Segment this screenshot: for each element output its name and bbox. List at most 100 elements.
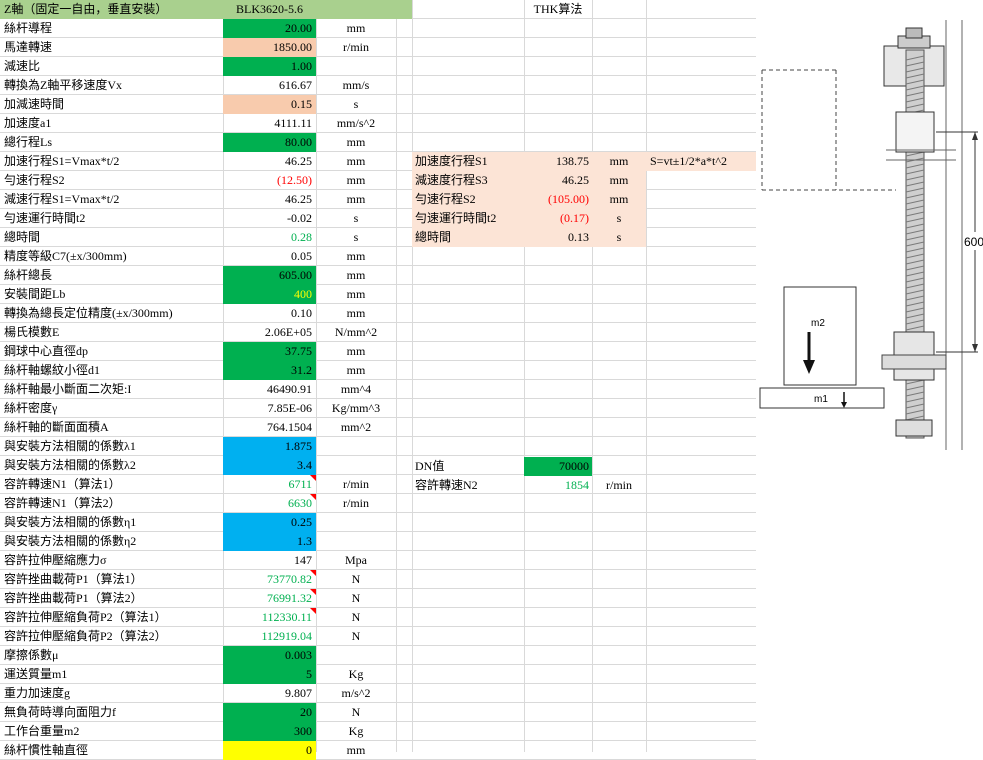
row-23-unit[interactable] [316,437,396,456]
row-12-label[interactable]: 總時間 [0,228,223,247]
row-12-unit[interactable]: s [316,228,396,247]
ballscrew-drawing[interactable]: 600 m2 m1 [756,0,983,455]
row-27-label[interactable]: 與安裝方法相關的係數η1 [0,513,223,532]
row-8-unit[interactable]: mm [316,152,396,171]
thk-row-5-value[interactable]: 0.13 [524,228,592,247]
thk-row-4-unit[interactable]: s [592,209,646,228]
row-38-value[interactable]: 300 [223,722,316,741]
row-15-unit[interactable]: mm [316,285,396,304]
row-34-unit[interactable] [316,646,396,665]
row-26-unit[interactable]: r/min [316,494,396,513]
row-7-unit[interactable]: mm [316,133,396,152]
row-36-value[interactable]: 9.807 [223,684,316,703]
row-5-unit[interactable]: s [316,95,396,114]
thk-row-3-unit[interactable]: mm [592,190,646,209]
row-11-value[interactable]: -0.02 [223,209,316,228]
row-15-label[interactable]: 安裝間距Lb [0,285,223,304]
row-21-label[interactable]: 絲杆密度γ [0,399,223,418]
row-10-value[interactable]: 46.25 [223,190,316,209]
thk-row-2-label[interactable]: 減速度行程S3 [412,171,524,190]
row-29-unit[interactable]: Mpa [316,551,396,570]
row-32-value[interactable]: 112330.11 [223,608,316,627]
row-24-value[interactable]: 3.4 [223,456,316,475]
row-24-label[interactable]: 與安裝方法相關的係數λ2 [0,456,223,475]
row-17-label[interactable]: 楊氏模數E [0,323,223,342]
row-30-unit[interactable]: N [316,570,396,589]
row-5-label[interactable]: 加減速時間 [0,95,223,114]
row-3-value[interactable]: 1.00 [223,57,316,76]
row-8-label[interactable]: 加速行程S1=Vmax*t/2 [0,152,223,171]
row-14-unit[interactable]: mm [316,266,396,285]
row-38-label[interactable]: 工作台重量m2 [0,722,223,741]
thk-row-2-unit[interactable]: mm [592,171,646,190]
n2-unit[interactable]: r/min [592,476,646,495]
thk-row-1-label[interactable]: 加速度行程S1 [412,152,524,171]
row-11-unit[interactable]: s [316,209,396,228]
row-22-unit[interactable]: mm^2 [316,418,396,437]
row-28-value[interactable]: 1.3 [223,532,316,551]
row-29-label[interactable]: 容許拉伸壓縮應力σ [0,551,223,570]
row-31-label[interactable]: 容許挫曲載荷P1（算法2） [0,589,223,608]
row-13-label[interactable]: 精度等級C7(±x/300mm) [0,247,223,266]
row-20-label[interactable]: 絲杆軸最小斷面二次矩:I [0,380,223,399]
thk-row-3-label[interactable]: 勻速行程S2 [412,190,524,209]
row-36-label[interactable]: 重力加速度g [0,684,223,703]
row-34-value[interactable]: 0.003 [223,646,316,665]
row-11-label[interactable]: 勻速運行時間t2 [0,209,223,228]
row-31-value[interactable]: 76991.32 [223,589,316,608]
row-22-value[interactable]: 764.1504 [223,418,316,437]
row-7-label[interactable]: 總行程Ls [0,133,223,152]
row-3-label[interactable]: 減速比 [0,57,223,76]
thk-row-3-value[interactable]: (105.00) [524,190,592,209]
dn-value[interactable]: 70000 [524,457,592,476]
row-25-unit[interactable]: r/min [316,475,396,494]
n2-label[interactable]: 容許轉速N2 [412,476,524,495]
row-32-label[interactable]: 容許拉伸壓縮負荷P2（算法1） [0,608,223,627]
row-9-value[interactable]: (12.50) [223,171,316,190]
n2-value[interactable]: 1854 [524,476,592,495]
row-16-label[interactable]: 轉換為總長定位精度(±x/300mm) [0,304,223,323]
row-19-unit[interactable]: mm [316,361,396,380]
row-34-label[interactable]: 摩擦係數μ [0,646,223,665]
row-16-value[interactable]: 0.10 [223,304,316,323]
row-39-unit[interactable]: mm [316,741,396,760]
row-19-label[interactable]: 絲杆軸螺紋小徑d1 [0,361,223,380]
row-2-value[interactable]: 1850.00 [223,38,316,57]
row-32-unit[interactable]: N [316,608,396,627]
row-31-unit[interactable]: N [316,589,396,608]
row-27-value[interactable]: 0.25 [223,513,316,532]
row-20-unit[interactable]: mm^4 [316,380,396,399]
row-3-unit[interactable] [316,57,396,76]
row-33-value[interactable]: 112919.04 [223,627,316,646]
row-8-value[interactable]: 46.25 [223,152,316,171]
row-19-value[interactable]: 31.2 [223,361,316,380]
row-18-label[interactable]: 鋼球中心直徑dp [0,342,223,361]
thk-row-5-label[interactable]: 總時間 [412,228,524,247]
row-5-value[interactable]: 0.15 [223,95,316,114]
row-33-unit[interactable]: N [316,627,396,646]
thk-row-2-value[interactable]: 46.25 [524,171,592,190]
row-26-value[interactable]: 6630 [223,494,316,513]
row-29-value[interactable]: 147 [223,551,316,570]
row-18-value[interactable]: 37.75 [223,342,316,361]
row-18-unit[interactable]: mm [316,342,396,361]
thk-row-5-unit[interactable]: s [592,228,646,247]
row-30-label[interactable]: 容許挫曲載荷P1（算法1） [0,570,223,589]
row-23-value[interactable]: 1.875 [223,437,316,456]
row-37-unit[interactable]: N [316,703,396,722]
row-1-unit[interactable]: mm [316,19,396,38]
row-23-label[interactable]: 與安裝方法相關的係數λ1 [0,437,223,456]
row-25-value[interactable]: 6711 [223,475,316,494]
thk-row-1-unit[interactable]: mm [592,152,646,171]
row-7-value[interactable]: 80.00 [223,133,316,152]
row-17-value[interactable]: 2.06E+05 [223,323,316,342]
row-16-unit[interactable]: mm [316,304,396,323]
row-10-unit[interactable]: mm [316,190,396,209]
row-35-unit[interactable]: Kg [316,665,396,684]
row-26-label[interactable]: 容許轉速N1（算法2） [0,494,223,513]
row-39-label[interactable]: 絲杆慣性軸直徑 [0,741,223,760]
row-35-value[interactable]: 5 [223,665,316,684]
thk-row-4-value[interactable]: (0.17) [524,209,592,228]
row-24-unit[interactable] [316,456,396,475]
row-17-unit[interactable]: N/mm^2 [316,323,396,342]
